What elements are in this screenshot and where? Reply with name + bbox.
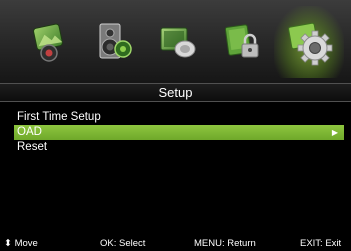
sound-icon[interactable] (82, 14, 144, 70)
menu-item-label: First Time Setup (17, 111, 101, 123)
menu-item-first-time-setup[interactable]: First Time Setup (0, 110, 351, 125)
move-hint-label: Move (14, 238, 38, 249)
move-hint: ⬍ Move (4, 236, 38, 251)
menu-icon-bar (0, 0, 351, 83)
menu-item-oad[interactable]: OAD ▶ (14, 125, 344, 140)
lock-icon[interactable] (210, 14, 272, 70)
setup-menu: First Time Setup OAD ▶ Reset (0, 110, 351, 155)
menu-item-reset[interactable]: Reset (0, 140, 351, 155)
tv-menu-screen: Setup First Time Setup OAD ▶ Reset ⬍ Mov… (0, 0, 351, 251)
channel-icon[interactable] (146, 14, 208, 70)
menu-item-label: Reset (17, 141, 48, 153)
up-down-arrow-icon: ⬍ (4, 238, 12, 249)
menu-item-label: OAD (17, 126, 42, 138)
select-hint: OK: Select (100, 238, 146, 249)
page-title: Setup (0, 83, 351, 102)
picture-icon[interactable] (18, 14, 80, 70)
exit-hint: EXIT: Exit (300, 238, 342, 249)
setup-icon[interactable] (274, 6, 344, 78)
return-hint: MENU: Return (194, 238, 256, 249)
key-hint-bar: ⬍ Move OK: Select MENU: Return EXIT: Exi… (0, 236, 351, 251)
arrow-right-icon: ▶ (331, 128, 338, 137)
